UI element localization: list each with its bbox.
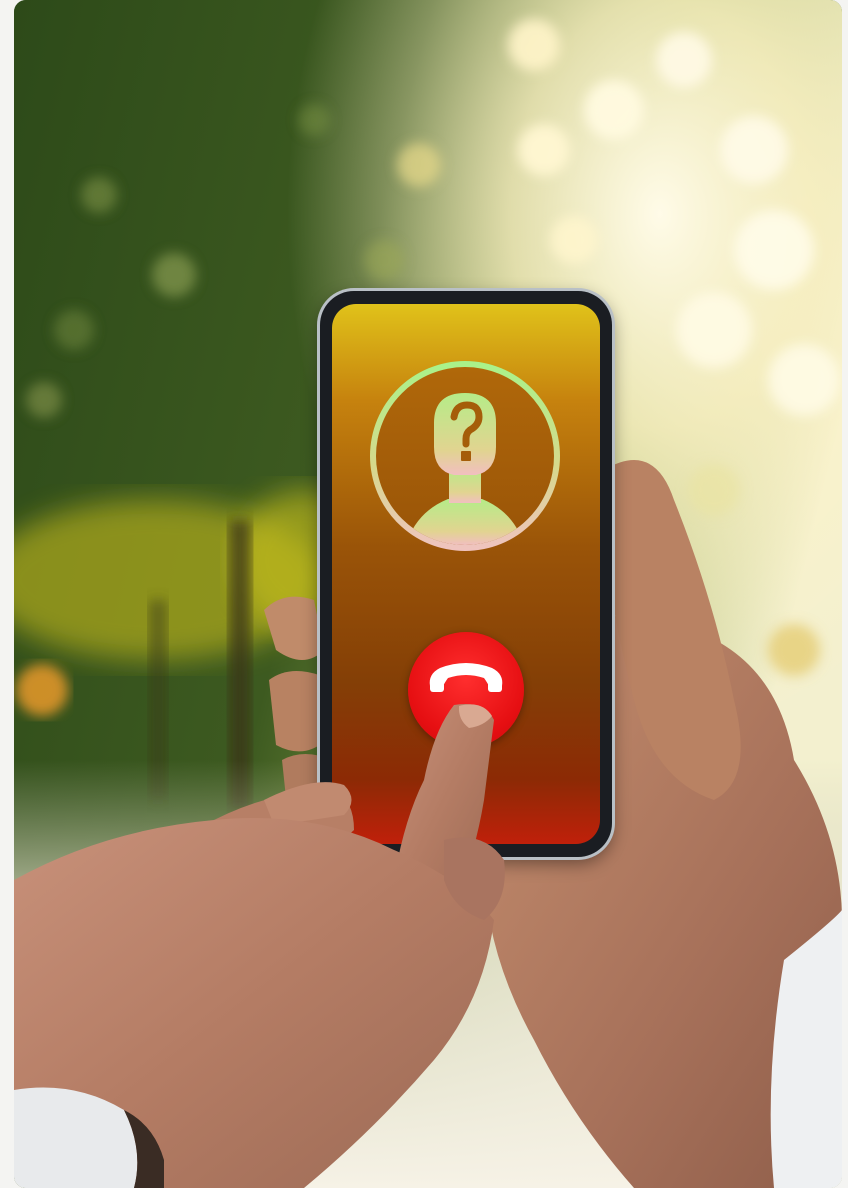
caller-avatar <box>370 361 560 551</box>
decline-call-icon <box>429 663 503 692</box>
smartphone <box>320 291 612 857</box>
decline-call-button[interactable] <box>408 632 524 748</box>
photo-frame <box>14 0 842 1188</box>
phone-screen <box>332 304 600 844</box>
unknown-caller-icon <box>406 393 524 545</box>
